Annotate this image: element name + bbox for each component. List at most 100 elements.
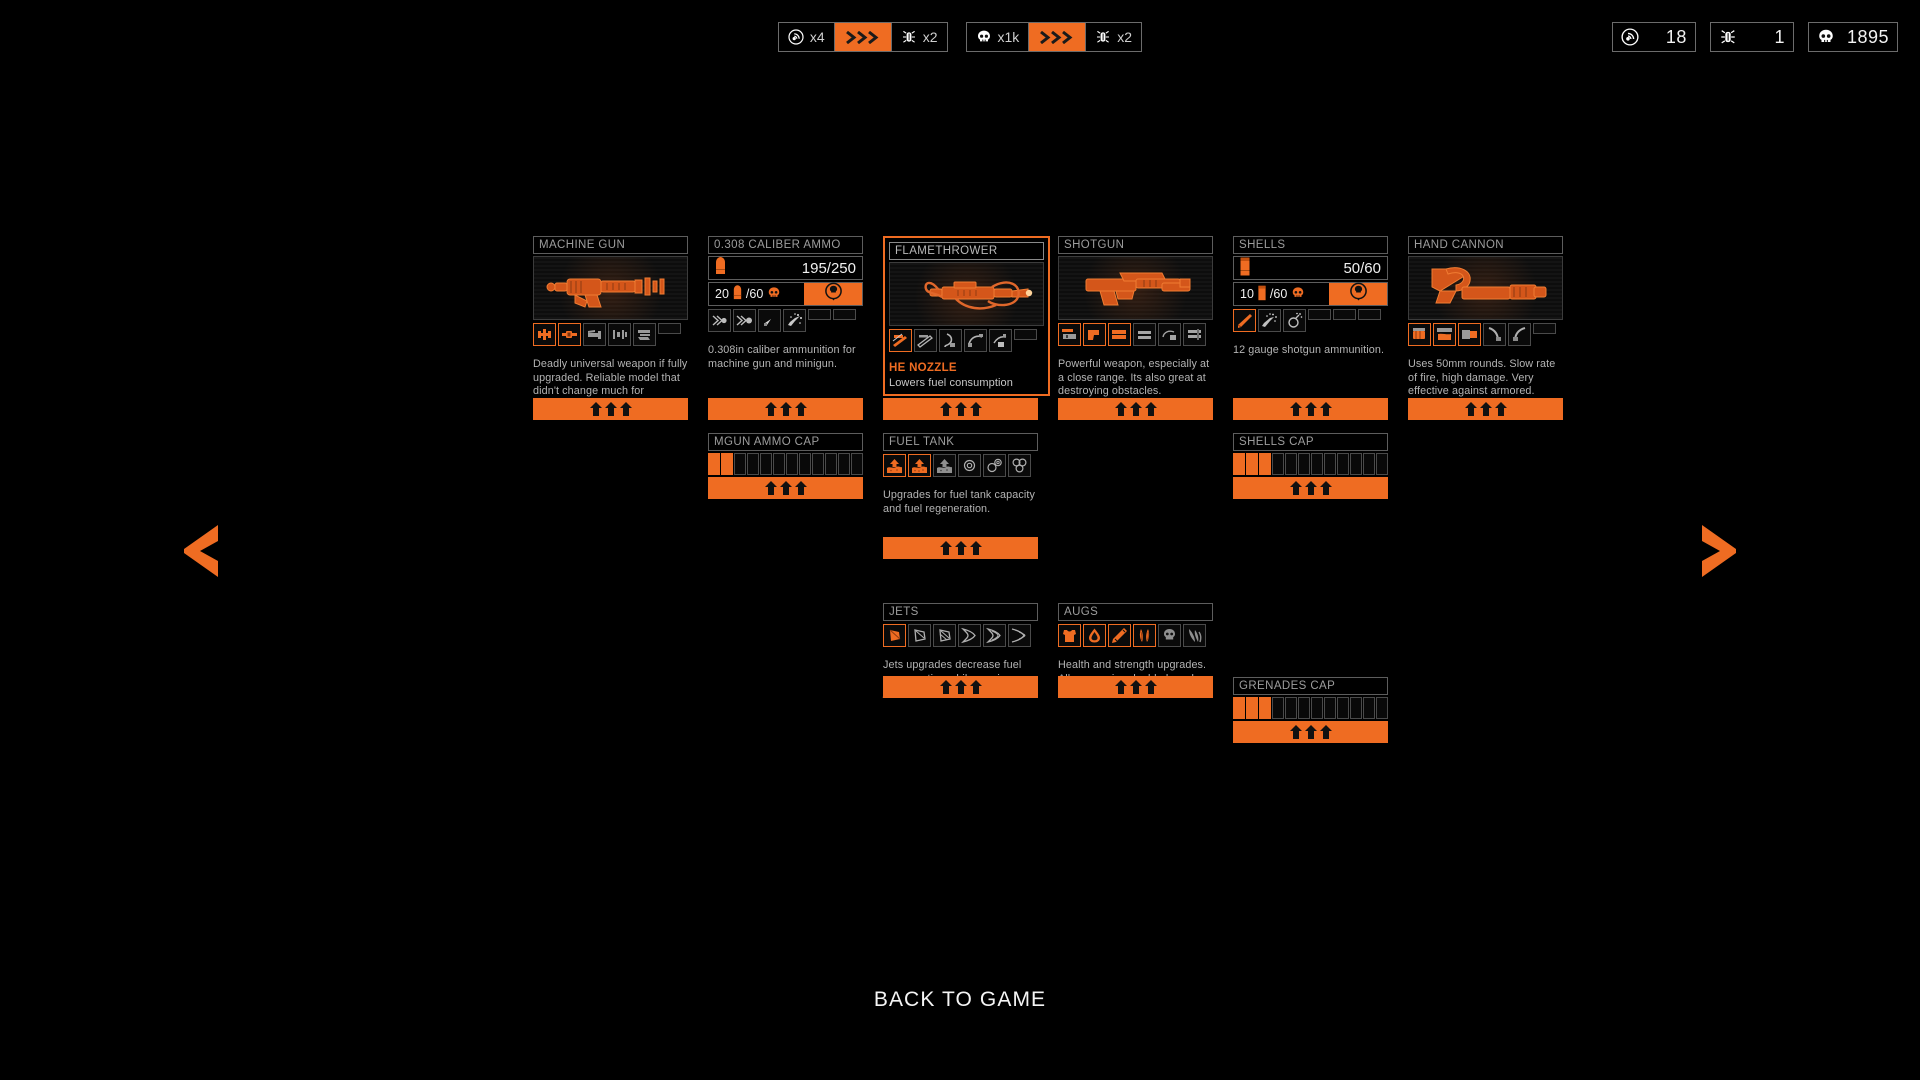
- upgrade-slot-mgun-frame[interactable]: [633, 323, 656, 346]
- ammo-purchase-row[interactable]: 10 /60: [1233, 282, 1388, 306]
- ammo-purchase-row[interactable]: 20 /60: [708, 282, 863, 306]
- upgrade-button-308-ammo[interactable]: [708, 398, 863, 420]
- upgrade-slot-fuel-cap3[interactable]: [933, 454, 956, 477]
- upgrade-slot-empty[interactable]: [1014, 329, 1037, 340]
- upgrade-slot-bullet-speed2[interactable]: [733, 309, 756, 332]
- upgrade-slot-claw-aug[interactable]: [1183, 624, 1206, 647]
- upgrade-slot-mgun-barrel[interactable]: [533, 323, 556, 346]
- upgrade-slot-shell-slug[interactable]: [1233, 309, 1256, 332]
- upgrade-slot-hc-frame[interactable]: [1433, 323, 1456, 346]
- upgrade-button-shotgun[interactable]: [1058, 398, 1213, 420]
- shell-icon: [1240, 257, 1250, 280]
- stat-sonar-value: 18: [1665, 26, 1687, 47]
- shells-cap-segments[interactable]: [1233, 453, 1388, 475]
- back-to-game-button[interactable]: BACK TO GAME: [0, 988, 1920, 1012]
- upgrade-slot-empty[interactable]: [1358, 309, 1381, 320]
- card-shells[interactable]: SHELLS 50/60 10 /60 12 gauge shotgun amm…: [1233, 236, 1388, 358]
- segment: [1324, 697, 1336, 719]
- triple-chevron-icon: [834, 23, 892, 51]
- prev-page-button[interactable]: [178, 523, 224, 579]
- upgrade-slot-jet-thrust[interactable]: [958, 624, 981, 647]
- upgrade-button-shells-cap[interactable]: [1233, 477, 1388, 499]
- upgrade-slot-he-nozzle[interactable]: [889, 329, 912, 352]
- segment: [1259, 697, 1271, 719]
- upgrade-slot-strip: [1058, 323, 1213, 346]
- grenades-cap-segments[interactable]: [1233, 697, 1388, 719]
- upgrade-slot-shotgun-rail[interactable]: [1183, 323, 1206, 346]
- upgrade-button-flamethrower[interactable]: [883, 398, 1038, 420]
- upgrade-slot-empty[interactable]: [1533, 323, 1556, 334]
- upgrade-slot-hc-hammer[interactable]: [1508, 323, 1531, 346]
- upgrade-slot-shotgun-mag[interactable]: [1133, 323, 1156, 346]
- upgrade-slot-strength-arm[interactable]: [1108, 624, 1131, 647]
- upgrade-slot-bullet-ap[interactable]: [758, 309, 781, 332]
- upgrade-slot-shotgun-receiver[interactable]: [1058, 323, 1081, 346]
- bug-icon: [1719, 28, 1737, 46]
- upgrade-slot-jet-pack3[interactable]: [933, 624, 956, 647]
- card-shotgun[interactable]: SHOTGUN Powerful weapon, especially at a…: [1058, 236, 1213, 399]
- upgrade-slot-health-drop[interactable]: [1083, 624, 1106, 647]
- upgrade-slot-shotgun-barrel[interactable]: [1108, 323, 1131, 346]
- upgrade-slot-mgun-stock[interactable]: [583, 323, 606, 346]
- upgrade-slot-fuel-cap[interactable]: [883, 454, 906, 477]
- segment: [773, 453, 785, 475]
- triple-chevron-icon: [1029, 23, 1087, 51]
- upgrade-slot-nozzle2[interactable]: [914, 329, 937, 352]
- upgrade-slot-jet-pack[interactable]: [883, 624, 906, 647]
- upgrade-slot-empty[interactable]: [808, 309, 831, 320]
- upgrade-slot-tank-mount[interactable]: [989, 329, 1012, 352]
- upgrade-slot-bullet-speed[interactable]: [708, 309, 731, 332]
- card-shells-cap[interactable]: SHELLS CAP: [1233, 433, 1388, 499]
- upgrade-slot-empty[interactable]: [1333, 309, 1356, 320]
- next-page-button[interactable]: [1696, 523, 1742, 579]
- segment: [1272, 697, 1284, 719]
- segment: [799, 453, 811, 475]
- upgrade-button-grenades-cap[interactable]: [1233, 721, 1388, 743]
- upgrade-slot-empty[interactable]: [658, 323, 681, 334]
- upgrade-slot-dual-wield[interactable]: [1133, 624, 1156, 647]
- upgrade-button-shells[interactable]: [1233, 398, 1388, 420]
- upgrade-slot-empty[interactable]: [833, 309, 856, 320]
- card-flamethrower[interactable]: FLAMETHROWER HE NOZZLE Lowers fuel consu…: [883, 236, 1050, 396]
- bullet-icon: [715, 256, 726, 280]
- card-description: Uses 50mm rounds. Slow rate of fire, hig…: [1408, 358, 1556, 397]
- upgrade-slot-skull-aug[interactable]: [1158, 624, 1181, 647]
- upgrade-slot-fuel-regen3[interactable]: [1008, 454, 1031, 477]
- upgrade-slot-fuel-cap2[interactable]: [908, 454, 931, 477]
- upgrade-button-mgun-ammo-cap[interactable]: [708, 477, 863, 499]
- mgun-ammo-cap-segments[interactable]: [708, 453, 863, 475]
- card-grenades-cap[interactable]: GRENADES CAP: [1233, 677, 1388, 743]
- upgrade-slot-mgun-receiver[interactable]: [558, 323, 581, 346]
- upgrade-slot-mgun-bolt[interactable]: [608, 323, 631, 346]
- upgrade-slot-fuel-regen[interactable]: [958, 454, 981, 477]
- card-mgun-ammo-cap[interactable]: MGUN AMMO CAP: [708, 433, 863, 499]
- buy-ammo-button[interactable]: [804, 282, 862, 305]
- segment: [1233, 697, 1245, 719]
- card-machine-gun[interactable]: MACHINE GUN Deadly universal weapon if f…: [533, 236, 688, 412]
- card-fuel-tank[interactable]: FUEL TANK Upgrades for fuel tank capacit…: [883, 433, 1038, 516]
- upgrade-button-augs[interactable]: [1058, 676, 1213, 698]
- card-308-caliber-ammo[interactable]: 0.308 CALIBER AMMO 195/250 20 /60 0.308i…: [708, 236, 863, 371]
- upgrade-slot-shell-buck[interactable]: [1258, 309, 1281, 332]
- upgrade-slot-hc-cylinder[interactable]: [1408, 323, 1431, 346]
- upgrade-slot-jet-pack2[interactable]: [908, 624, 931, 647]
- upgrade-button-machine-gun[interactable]: [533, 398, 688, 420]
- upgrade-slot-valve[interactable]: [964, 329, 987, 352]
- upgrade-slot-jet-thrust3[interactable]: [1008, 624, 1031, 647]
- upgrade-slot-shotgun-grip[interactable]: [1083, 323, 1106, 346]
- upgrade-slot-shell-explosive[interactable]: [1283, 309, 1306, 332]
- upgrade-slot-hc-barrel[interactable]: [1458, 323, 1481, 346]
- upgrade-slot-bullet-frag[interactable]: [783, 309, 806, 332]
- upgrade-slot-hose[interactable]: [939, 329, 962, 352]
- upgrade-button-hand-cannon[interactable]: [1408, 398, 1563, 420]
- card-hand-cannon[interactable]: HAND CANNON Uses 50mm rounds. Slow rate …: [1408, 236, 1563, 399]
- upgrade-slot-armor-vest[interactable]: [1058, 624, 1081, 647]
- upgrade-slot-jet-thrust2[interactable]: [983, 624, 1006, 647]
- upgrade-slot-fuel-regen2[interactable]: [983, 454, 1006, 477]
- upgrade-slot-empty[interactable]: [1308, 309, 1331, 320]
- upgrade-button-jets[interactable]: [883, 676, 1038, 698]
- upgrade-button-fuel-tank[interactable]: [883, 537, 1038, 559]
- buy-shells-button[interactable]: [1329, 282, 1387, 305]
- upgrade-slot-shotgun-choke[interactable]: [1158, 323, 1181, 346]
- upgrade-slot-hc-grip[interactable]: [1483, 323, 1506, 346]
